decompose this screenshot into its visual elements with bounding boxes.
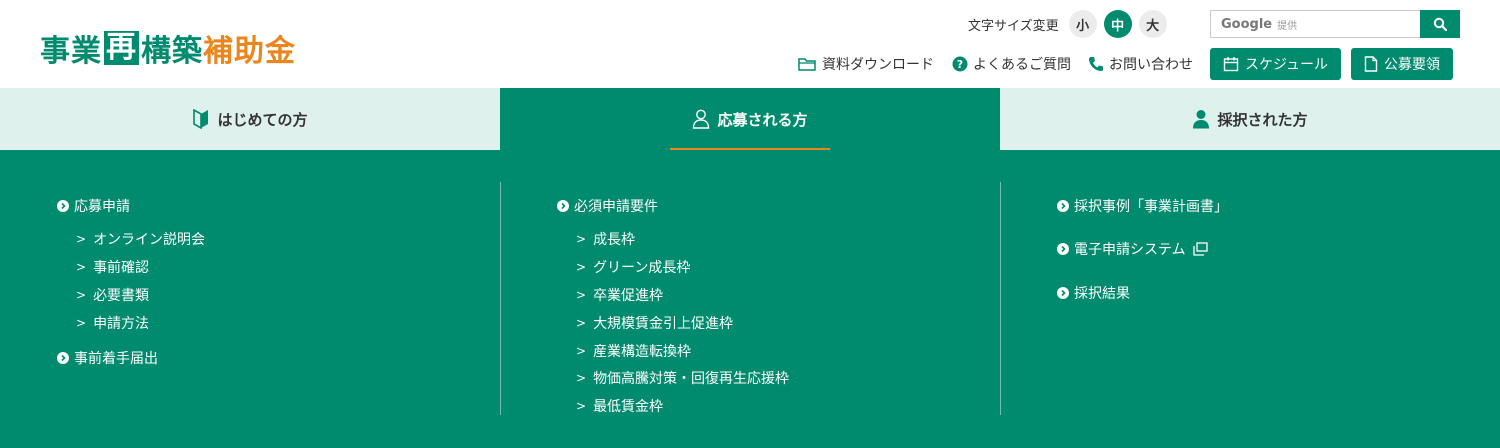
chevron-right-icon: > — [76, 232, 87, 246]
menu-item-label: 申請方法 — [93, 316, 150, 332]
menu-item-label: 最低賃金枠 — [593, 399, 664, 415]
beginner-mark-icon — [193, 109, 209, 129]
calendar-icon — [1223, 57, 1239, 72]
menu-item-label: 物価高騰対策・回復再生応援枠 — [593, 371, 790, 387]
tab-applicants[interactable]: 応募される方 — [500, 88, 1000, 150]
menu-section-e-application[interactable]: 電子申請システム — [1057, 239, 1208, 259]
menu-item-label: 必要書類 — [93, 288, 150, 304]
download-link-label: 資料ダウンロード — [822, 57, 934, 73]
menu-item-growth[interactable]: > 成長枠 — [576, 229, 635, 249]
chevron-right-icon: > — [76, 260, 87, 274]
guidelines-button[interactable]: 公募要領 — [1351, 48, 1453, 80]
menu-item-label: グリーン成長枠 — [593, 260, 691, 276]
menu-item-green-growth[interactable]: > グリーン成長枠 — [576, 257, 690, 277]
menu-section-label: 事前着手届出 — [74, 351, 158, 367]
tab-beginners[interactable]: はじめての方 — [0, 88, 500, 150]
menu-item-label: 卒業促進枠 — [593, 288, 664, 304]
menu-section-advance-notice[interactable]: 事前着手届出 — [57, 348, 158, 368]
chevron-right-icon: > — [576, 288, 587, 302]
menu-section-label: 採択事例「事業計画書」 — [1074, 199, 1228, 215]
menu-item-documents[interactable]: > 必要書類 — [76, 285, 149, 305]
font-size-small-button[interactable]: 小 — [1068, 10, 1097, 38]
menu-section-requirements[interactable]: 必須申請要件 — [557, 196, 658, 216]
contact-link[interactable]: お問い合わせ — [1088, 54, 1193, 74]
phone-icon — [1089, 57, 1103, 71]
search-box: Google 提供 — [1210, 10, 1460, 38]
chevron-right-icon: > — [576, 399, 587, 413]
search-icon — [1433, 17, 1447, 31]
menu-item-online-briefing[interactable]: > オンライン説明会 — [76, 229, 205, 249]
menu-section-case-studies[interactable]: 採択事例「事業計画書」 — [1057, 196, 1228, 216]
menu-section-label: 電子申請システム — [1074, 242, 1186, 258]
menu-item-pre-check[interactable]: > 事前確認 — [76, 257, 149, 277]
chevron-right-icon: > — [576, 232, 587, 246]
menu-section-label: 必須申請要件 — [574, 199, 658, 215]
column-divider — [500, 182, 501, 415]
tab-selected[interactable]: 採択された方 — [1000, 88, 1500, 150]
chevron-right-icon: > — [76, 288, 87, 302]
font-size-label: 文字サイズ変更 — [968, 18, 1059, 34]
search-field-wrapper: Google 提供 — [1210, 10, 1420, 38]
site-logo[interactable]: 事業 再 構築 補助金 — [40, 26, 296, 70]
menu-item-industrial-transformation[interactable]: > 産業構造転換枠 — [576, 341, 691, 361]
menu-section-label: 応募申請 — [74, 199, 130, 215]
logo-text-4: 補助金 — [203, 34, 296, 69]
schedule-button[interactable]: スケジュール — [1210, 48, 1342, 80]
person-outline-icon — [693, 109, 710, 129]
chevron-circle-icon — [57, 200, 69, 212]
chevron-circle-icon — [57, 352, 69, 364]
document-icon — [1364, 56, 1378, 72]
chevron-right-icon: > — [576, 371, 587, 385]
chevron-right-icon: > — [576, 260, 587, 274]
font-size-large-button[interactable]: 大 — [1138, 10, 1167, 38]
tab-beginners-label: はじめての方 — [217, 110, 308, 129]
menu-section-results[interactable]: 採択結果 — [1057, 283, 1130, 303]
menu-item-how-to-apply[interactable]: > 申請方法 — [76, 313, 149, 333]
person-icon — [1193, 110, 1210, 129]
search-input[interactable] — [1297, 17, 1420, 31]
mega-menu-panel: 応募申請 > オンライン説明会 > 事前確認 > 必要書類 > 申請方法 事前着手届出 … — [0, 150, 1500, 448]
font-size-switcher: 文字サイズ変更 小 中 大 — [968, 10, 1174, 38]
menu-section-application[interactable]: 応募申請 — [57, 196, 130, 216]
site-header: 事業 再 構築 補助金 文字サイズ変更 小 中 大 Google 提供 資料ダウ… — [0, 0, 1500, 88]
logo-text-2: 再 — [104, 30, 139, 65]
tab-selected-label: 採択された方 — [1217, 110, 1308, 129]
chevron-right-icon: > — [576, 344, 587, 358]
logo-text-3: 構築 — [141, 34, 203, 69]
contact-link-label: お問い合わせ — [1109, 57, 1193, 73]
logo-text-1: 事業 — [40, 34, 102, 69]
download-link[interactable]: 資料ダウンロード — [798, 54, 934, 74]
chevron-circle-icon — [1057, 200, 1069, 212]
menu-item-label: 産業構造転換枠 — [593, 344, 692, 360]
faq-link-label: よくあるご質問 — [973, 57, 1071, 73]
svg-text:?: ? — [957, 58, 963, 71]
question-icon: ? — [952, 56, 968, 72]
menu-item-label: オンライン説明会 — [93, 232, 206, 248]
column-divider — [1000, 182, 1001, 415]
google-label: Google — [1221, 16, 1273, 32]
folder-icon — [798, 57, 816, 71]
menu-item-label: 大規模賃金引上促進枠 — [593, 316, 734, 332]
guidelines-button-label: 公募要領 — [1384, 57, 1440, 73]
menu-item-label: 事前確認 — [93, 260, 150, 276]
chevron-right-icon: > — [76, 316, 87, 330]
chevron-circle-icon — [1057, 287, 1069, 299]
font-size-medium-button[interactable]: 中 — [1103, 10, 1132, 38]
menu-item-wage-increase[interactable]: > 大規模賃金引上促進枠 — [576, 313, 733, 333]
external-window-icon — [1192, 242, 1208, 256]
chevron-right-icon: > — [576, 316, 587, 330]
audience-tabs: はじめての方 応募される方 採択された方 — [0, 88, 1500, 150]
menu-item-minimum-wage[interactable]: > 最低賃金枠 — [576, 396, 663, 416]
schedule-button-label: スケジュール — [1245, 57, 1329, 73]
menu-item-label: 成長枠 — [593, 232, 636, 248]
menu-item-price-recovery[interactable]: > 物価高騰対策・回復再生応援枠 — [576, 368, 789, 388]
chevron-circle-icon — [557, 200, 569, 212]
faq-link[interactable]: ? よくあるご質問 — [952, 54, 1071, 74]
google-provided-label: 提供 — [1277, 20, 1298, 32]
search-button[interactable] — [1420, 10, 1460, 38]
menu-item-graduation[interactable]: > 卒業促進枠 — [576, 285, 663, 305]
chevron-circle-icon — [1057, 243, 1069, 255]
menu-section-label: 採択結果 — [1074, 286, 1130, 302]
tab-applicants-label: 応募される方 — [717, 110, 808, 129]
